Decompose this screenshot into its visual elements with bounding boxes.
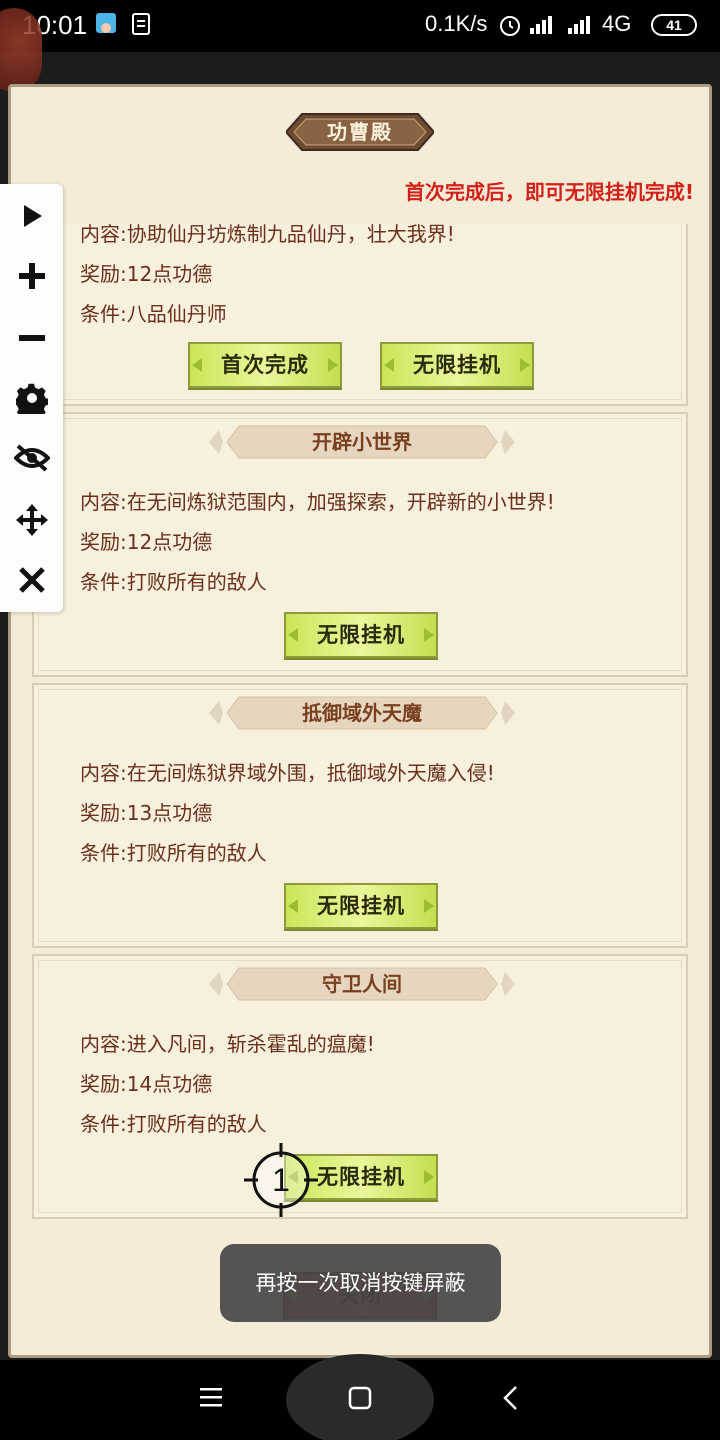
menu-icon[interactable] bbox=[198, 1384, 224, 1410]
play-icon[interactable] bbox=[12, 196, 52, 236]
task-name: 开辟小世界 bbox=[312, 430, 412, 454]
signal-icon-2 bbox=[568, 14, 596, 34]
task-content: 内容:进入凡间，斩杀霍乱的瘟魔! bbox=[80, 1032, 375, 1056]
auto-idle-button[interactable]: 无限挂机 bbox=[284, 883, 438, 929]
floating-toolbar bbox=[0, 184, 63, 612]
app-notification-icon bbox=[95, 12, 119, 38]
net-rate: 0.1K/s bbox=[425, 11, 488, 36]
task-name-plate: 开辟小世界 bbox=[209, 422, 515, 462]
auto-idle-button[interactable]: 无限挂机 bbox=[380, 342, 534, 388]
navigation-bar bbox=[0, 1354, 720, 1440]
task-name: 抵御域外天魔 bbox=[302, 701, 422, 725]
task-reward: 奖励:14点功德 bbox=[80, 1072, 213, 1096]
task-name-plate: 守卫人间 bbox=[209, 964, 515, 1004]
gear-icon[interactable] bbox=[12, 378, 52, 418]
document-icon bbox=[130, 12, 154, 38]
task-condition: 条件:打败所有的敌人 bbox=[80, 1112, 267, 1136]
crosshair-label: 1 bbox=[272, 1162, 290, 1198]
first-complete-button[interactable]: 首次完成 bbox=[188, 342, 342, 388]
screen: 10:01 0.1K/s 4G 41 功曹殿 首次完成后，即可无限挂机完成! 内… bbox=[0, 0, 720, 1440]
plus-icon[interactable] bbox=[12, 256, 52, 296]
auto-idle-button[interactable]: 无限挂机 bbox=[284, 612, 438, 658]
signal-icon bbox=[530, 14, 558, 34]
network-type: 4G bbox=[602, 11, 632, 36]
task-card: 抵御域外天魔 内容:在无间炼狱界域外围，抵御域外天魔入侵! 奖励:13点功德 条… bbox=[32, 683, 688, 948]
close-icon[interactable] bbox=[12, 560, 52, 600]
task-card: 守卫人间 内容:进入凡间，斩杀霍乱的瘟魔! 奖励:14点功德 条件:打败所有的敌… bbox=[32, 954, 688, 1219]
task-list[interactable]: 内容:协助仙丹坊炼制九品仙丹，壮大我界! 奖励:12点功德 条件:八品仙丹师 首… bbox=[30, 224, 690, 1224]
task-card: 开辟小世界 内容:在无间炼狱范围内，加强探索，开辟新的小世界! 奖励:12点功德… bbox=[32, 412, 688, 677]
task-condition: 条件:八品仙丹师 bbox=[80, 302, 227, 326]
battery-indicator: 41 bbox=[651, 14, 697, 36]
task-content: 内容:协助仙丹坊炼制九品仙丹，壮大我界! bbox=[80, 224, 455, 246]
eye-off-icon[interactable] bbox=[12, 438, 52, 478]
avatar bbox=[0, 8, 42, 92]
task-condition: 条件:打败所有的敌人 bbox=[80, 841, 267, 865]
home-icon[interactable] bbox=[346, 1384, 374, 1412]
panel-title-plate: 功曹殿 bbox=[286, 112, 434, 152]
task-condition: 条件:打败所有的敌人 bbox=[80, 570, 267, 594]
minus-icon[interactable] bbox=[12, 318, 52, 358]
task-card: 内容:协助仙丹坊炼制九品仙丹，壮大我界! 奖励:12点功德 条件:八品仙丹师 首… bbox=[32, 224, 688, 406]
task-reward: 奖励:13点功德 bbox=[80, 801, 213, 825]
task-name-plate: 抵御域外天魔 bbox=[209, 693, 515, 733]
back-icon[interactable] bbox=[498, 1384, 524, 1412]
status-bar: 10:01 0.1K/s 4G 41 bbox=[0, 0, 720, 52]
task-content: 内容:在无间炼狱范围内，加强探索，开辟新的小世界! bbox=[80, 490, 555, 514]
task-reward: 奖励:12点功德 bbox=[80, 530, 213, 554]
move-icon[interactable] bbox=[12, 500, 52, 540]
alarm-icon bbox=[498, 13, 522, 39]
task-content: 内容:在无间炼狱界域外围，抵御域外天魔入侵! bbox=[80, 761, 495, 785]
task-reward: 奖励:12点功德 bbox=[80, 262, 213, 286]
page-title: 功曹殿 bbox=[327, 120, 393, 144]
completion-notice: 首次完成后，即可无限挂机完成! bbox=[404, 180, 694, 204]
toast-message: 再按一次取消按键屏蔽 bbox=[220, 1244, 501, 1322]
crosshair-marker[interactable]: 1 bbox=[244, 1143, 318, 1217]
task-name: 守卫人间 bbox=[322, 972, 402, 996]
